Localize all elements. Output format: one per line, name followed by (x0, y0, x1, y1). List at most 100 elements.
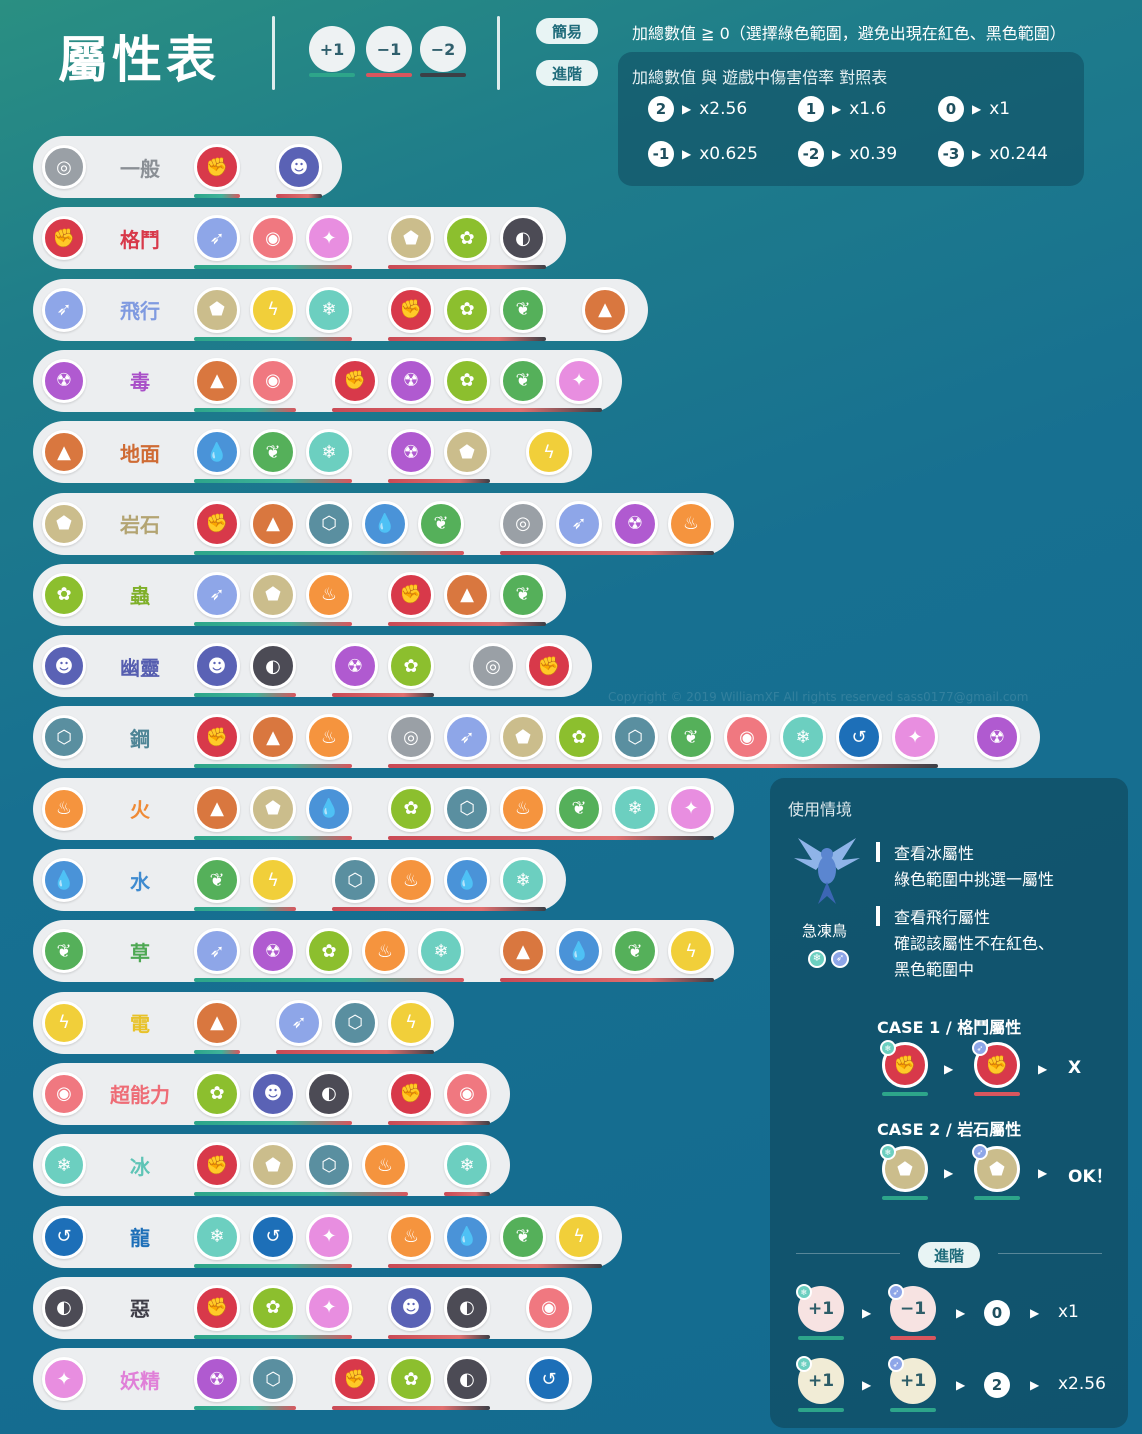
fighting-icon: ✊ (194, 1142, 240, 1189)
flying-icon: ➶ (276, 999, 322, 1046)
bug-icon: ✿ (444, 357, 490, 404)
ice-icon: ❄ (612, 785, 658, 832)
step1-desc: 綠色範圍中挑選一屬性 (894, 870, 1055, 889)
ground-icon: ▲ (194, 357, 240, 404)
green-range-bar (194, 1192, 408, 1197)
red-range-bar (388, 479, 490, 484)
ground-icon: ▲ (194, 785, 240, 832)
water-icon: 💧 (556, 928, 602, 975)
legend-minus1: −1 (366, 26, 412, 72)
dragon-icon: ↺ (526, 1356, 572, 1403)
green-range-bar (194, 978, 464, 983)
grass-icon: ❦ (500, 571, 546, 618)
arrow-icon: ▶ (972, 147, 982, 161)
steel-icon: ⬡ (332, 999, 378, 1046)
red-range-bar (388, 764, 938, 769)
type-row-psychic: ◉ 超能力 ✿ ☻ ◐ ✊ ◉ (33, 1062, 510, 1125)
type-row-fire: ♨ 火 ▲ ⬟ 💧 ✿ ⬡ ♨ ❦ ❄ ✦ (33, 777, 734, 840)
type-label: 妖精 (120, 1368, 160, 1393)
type-row-normal: ◎ 一般 ✊ ☻ (33, 136, 342, 198)
fighting-icon: ✊ (388, 286, 434, 333)
case2-title: CASE 2 / 岩石屬性 (877, 1120, 1022, 1139)
water-icon: 💧 (194, 429, 240, 476)
red-range-bar (388, 621, 546, 626)
type-row-fighting: ✊ 格鬥 ➶ ◉ ✦ ⬟ ✿ ◐ (33, 207, 566, 270)
type-label: 地面 (120, 441, 160, 466)
red-range-bar (388, 1263, 602, 1268)
electric-icon: ϟ (42, 1000, 86, 1045)
water-icon: 💧 (306, 785, 352, 832)
type-label: 電 (130, 1012, 150, 1037)
ground-icon: ▲ (250, 714, 296, 761)
fire-icon: ♨ (362, 1142, 408, 1189)
grass-icon: ❦ (500, 286, 546, 333)
psychic-icon: ◉ (250, 215, 296, 262)
dragon-icon: ↺ (250, 1213, 296, 1260)
steel-icon: ⬡ (332, 857, 378, 903)
multiplier-title: 加總數值 與 遊戲中傷害倍率 對照表 (632, 68, 888, 87)
adv1-sum: 0 (984, 1300, 1010, 1326)
green-range-bar (194, 621, 352, 626)
bug-icon: ✿ (42, 572, 86, 617)
steel-icon: ⬡ (612, 714, 658, 761)
simple-rule: 加總數值 ≧ 0（選擇綠色範圍，避免出現在紅色、黑色範圍） (632, 24, 1066, 43)
green-range-bar (194, 1334, 352, 1339)
fighting-icon: ✊ (42, 216, 86, 261)
ice-icon: ❄ (780, 714, 826, 761)
ice-icon: ❄ (42, 1143, 86, 1188)
fighting-icon: ✊ (526, 643, 572, 690)
adv2-sum: 2 (984, 1372, 1010, 1398)
rock-icon: ⬟ (500, 714, 546, 761)
normal-icon: ◎ (470, 643, 516, 690)
type-label: 毒 (130, 370, 150, 395)
dark-icon: ◐ (42, 1285, 86, 1330)
fairy-icon: ✦ (306, 215, 352, 262)
type-row-poison: ☢ 毒 ▲ ◉ ✊ ☢ ✿ ❦ ✦ (33, 349, 622, 412)
rock-icon: ⬟ (388, 215, 434, 262)
usage-panel: 使用情境 急凍鳥 ❄ ➶ 查看冰屬性 綠色範圍中挑選一屬性 查看飛行屬性 確認該… (770, 778, 1128, 1428)
fighting-icon: ✊ (388, 571, 434, 618)
fire-icon: ♨ (668, 500, 714, 547)
adv2-mult: x2.56 (1058, 1374, 1106, 1394)
green-range-bar (194, 1406, 296, 1411)
pokemon-name: 急凍鳥 (802, 922, 848, 940)
multiplier-item: -3 ▶ x0.244 (938, 141, 1048, 167)
step2-desc2: 黑色範圍中 (894, 960, 975, 979)
pill-simple: 簡易 (536, 18, 598, 44)
rock-icon: ⬟ (250, 571, 296, 618)
grass-icon: ❦ (668, 714, 714, 761)
red-range-bar (388, 1334, 490, 1339)
normal-icon: ◎ (42, 145, 86, 189)
step1-title: 查看冰屬性 (894, 844, 975, 863)
fighting-icon: ✊ (194, 714, 240, 761)
type-label: 火 (130, 798, 150, 823)
ground-icon: ▲ (444, 571, 490, 618)
fairy-icon: ✦ (556, 357, 602, 404)
electric-icon: ϟ (250, 857, 296, 903)
green-range-bar (194, 764, 352, 769)
electric-icon: ϟ (388, 999, 434, 1046)
divider (497, 16, 500, 90)
red-range-bar (388, 1120, 490, 1125)
type-label: 一般 (120, 156, 160, 181)
poison-icon: ☢ (388, 429, 434, 476)
grass-icon: ❦ (500, 1213, 546, 1260)
fire-icon: ♨ (500, 785, 546, 832)
sum-value: 0 (938, 96, 964, 122)
panel-title: 使用情境 (788, 800, 853, 819)
fire-icon: ♨ (42, 786, 86, 831)
normal-icon: ◎ (388, 714, 434, 761)
flying-icon: ➶ (194, 571, 240, 618)
type-row-bug: ✿ 蟲 ➶ ⬟ ♨ ✊ ▲ ❦ (33, 563, 566, 626)
sum-value: -3 (938, 141, 964, 167)
fighting-icon: ✊ (194, 1284, 240, 1331)
ice-icon: ❄ (418, 928, 464, 975)
electric-icon: ϟ (556, 1213, 602, 1260)
steel-icon: ⬡ (250, 1356, 296, 1403)
flying-type-icon: ➶ (831, 949, 850, 968)
multiplier-value: x1 (989, 99, 1011, 119)
green-range-bar (194, 907, 296, 911)
bug-icon: ✿ (306, 928, 352, 975)
red-range-bar (500, 550, 714, 555)
dark-icon: ◐ (500, 215, 546, 262)
